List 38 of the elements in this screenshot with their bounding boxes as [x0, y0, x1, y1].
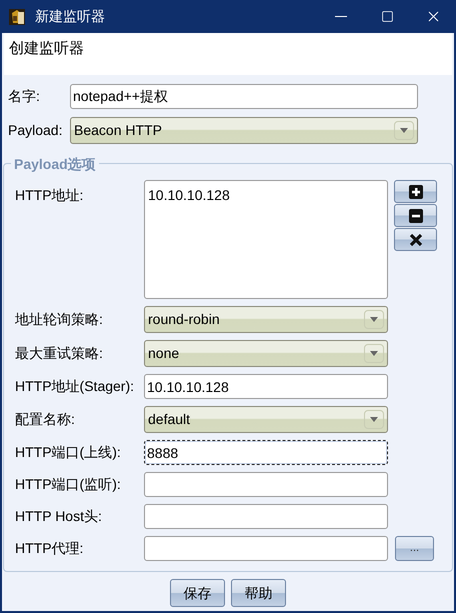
- window-title: 新建监听器: [35, 7, 105, 26]
- dropdown[interactable]: round-robin: [144, 306, 388, 333]
- add-button[interactable]: [394, 180, 437, 203]
- app-icon: [9, 8, 25, 24]
- field-label: HTTP端口(上线):: [15, 443, 122, 462]
- dropdown[interactable]: none: [144, 340, 388, 367]
- minus-icon: [408, 208, 422, 222]
- input-field[interactable]: 8888: [144, 440, 388, 465]
- plus-icon: [408, 184, 422, 198]
- input-field[interactable]: notepad++提权: [70, 84, 418, 109]
- browse-button[interactable]: ...: [395, 536, 434, 561]
- input-field[interactable]: 10.10.10.128: [144, 374, 388, 399]
- maximize-icon: [380, 10, 394, 23]
- header-text: 创建监听器: [9, 39, 84, 59]
- address-list[interactable]: 10.10.10.128: [144, 180, 388, 299]
- field-label: HTTP端口(监听):: [15, 475, 122, 494]
- field-label: Payload:: [8, 121, 64, 140]
- field-label: 名字:: [8, 87, 41, 106]
- input-field[interactable]: [144, 472, 388, 497]
- field-label: 配置名称:: [15, 410, 76, 429]
- field-label: HTTP地址:: [15, 186, 84, 205]
- dialog-button[interactable]: 帮助: [231, 579, 286, 607]
- clear-button[interactable]: [394, 228, 437, 251]
- group-title: Payload选项: [11, 154, 99, 175]
- close-icon: [408, 232, 422, 246]
- list-item[interactable]: 10.10.10.128: [148, 185, 384, 206]
- dialog-button[interactable]: 保存: [170, 579, 225, 607]
- input-field[interactable]: [144, 536, 388, 561]
- field-label: HTTP Host头:: [15, 507, 103, 526]
- input-field[interactable]: [144, 504, 388, 529]
- dropdown[interactable]: default: [144, 406, 388, 433]
- remove-button[interactable]: [394, 204, 437, 227]
- dropdown[interactable]: Beacon HTTP: [70, 117, 418, 144]
- field-label: HTTP代理:: [15, 539, 84, 558]
- field-label: 最大重试策略:: [15, 344, 104, 363]
- field-label: HTTP地址(Stager):: [15, 377, 136, 396]
- field-label: 地址轮询策略:: [15, 310, 104, 329]
- minimize-icon: [335, 16, 347, 17]
